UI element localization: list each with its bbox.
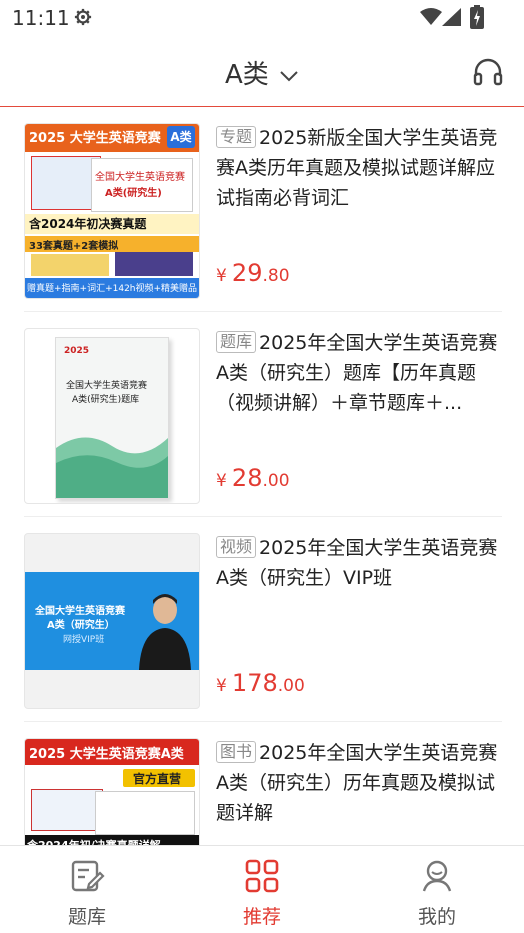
customer-service-headphones-icon[interactable] [472, 56, 504, 88]
grid-icon [245, 859, 279, 893]
status-time: 11:11 [12, 6, 70, 30]
category-selector[interactable]: A类 [0, 54, 524, 91]
product-item[interactable]: 全国大学生英语竞赛 A类（研究生） 网授VIP班 视频 2025年全国大学生英语竞… [24, 517, 502, 722]
product-cover-image: 2025 大学生英语竞赛A类 官方直营 含2024年初/决赛真题详解 [24, 738, 200, 845]
currency-symbol: ¥ [216, 676, 227, 696]
nav-label: 推荐 [242, 906, 281, 928]
nav-label: 我的 [417, 906, 456, 928]
cover-line3: 网授VIP班 [63, 635, 105, 645]
teacher-portrait [139, 594, 191, 670]
product-title[interactable]: 题库 2025年全国大学生英语竞赛A类（研究生）题库【历年真题（视频讲解）＋章节题… [216, 328, 500, 418]
product-cover-image: 2025 大学生英语竞赛 A类 全国大学生英语竞赛 A类(研究生) 含2024年… [24, 123, 200, 299]
product-info: 图书 2025年全国大学生英语竞赛A类（研究生）历年真题及模拟试题详解 [216, 738, 500, 828]
cover-strip: 33套真题+2套模拟 [29, 241, 119, 252]
product-price: ¥ 178.00 [216, 669, 305, 697]
product-title[interactable]: 图书 2025年全国大学生英语竞赛A类（研究生）历年真题及模拟试题详解 [216, 738, 500, 828]
signal-icon [442, 8, 461, 26]
product-item[interactable]: 2025 大学生英语竞赛A类 官方直营 含2024年初/决赛真题详解 图书202… [24, 722, 502, 845]
price-integer: 29 [231, 259, 263, 287]
currency-symbol: ¥ [216, 266, 227, 286]
nav-tab-recommend[interactable]: 推荐 [175, 846, 349, 933]
product-cover-image: 全国大学生英语竞赛 A类（研究生） 网授VIP班 [24, 533, 200, 709]
product-title[interactable]: 视频 2025年全国大学生英语竞赛A类（研究生）VIP班 [216, 533, 500, 593]
question-bank-icon [71, 860, 105, 892]
cover-top-line: 2025 大学生英语竞赛 [29, 131, 161, 146]
cover-bottom: 含2024年初/决赛真题详解 [27, 837, 161, 845]
product-info: 题库 2025年全国大学生英语竞赛A类（研究生）题库【历年真题（视频讲解）＋章节题… [216, 328, 500, 418]
cover-line1: 全国大学生英语竞赛 [35, 606, 125, 617]
cover-badge: A类 [167, 126, 195, 148]
product-item[interactable]: 2025 大学生英语竞赛 A类 全国大学生英语竞赛 A类(研究生) 含2024年… [24, 107, 502, 312]
product-type-tag: 视频 [216, 536, 257, 558]
price-decimal: .00 [262, 471, 290, 491]
product-item[interactable]: 2025 全国大学生英语竞赛 A类(研究生)题库 题库 2025年全国大学生英语竞… [24, 312, 502, 517]
nav-tab-profile[interactable]: 我的 [350, 846, 524, 933]
cover-mid-text: 全国大学生英语竞赛 [95, 172, 185, 183]
price-decimal: .00 [277, 676, 305, 696]
chevron-down-icon [280, 70, 298, 81]
price-integer: 178 [231, 669, 278, 697]
product-type-tag: 图书 [216, 741, 257, 763]
product-type-tag: 题库 [216, 331, 257, 353]
nav-label: 题库 [67, 906, 106, 928]
cover-sub-text: A类(研究生) [105, 188, 162, 199]
product-type-tag: 专题 [216, 126, 257, 148]
nav-tab-question-bank[interactable]: 题库 [0, 846, 174, 933]
cover-line2: A类(研究生)题库 [72, 395, 140, 405]
bottom-navigation: 题库 推荐 我的 [0, 845, 524, 933]
cover-year: 2025 [64, 346, 90, 356]
category-title: A类 [224, 60, 269, 90]
product-title-text: 2025年全国大学生英语竞赛A类（研究生）VIP班 [216, 537, 498, 589]
currency-symbol: ¥ [216, 471, 227, 491]
status-bar: 11:11 [0, 0, 524, 36]
product-price: ¥ 28.00 [216, 464, 290, 492]
cover-highlight: 含2024年初决赛真题 [29, 217, 147, 231]
product-title[interactable]: 专题 2025新版全国大学生英语竞赛A类历年真题及模拟试题详解应试指南必背词汇 [216, 123, 500, 213]
top-header: A类 [0, 36, 524, 107]
cover-wave-graphic [56, 437, 168, 498]
battery-icon [470, 5, 484, 29]
product-title-text: 2025年全国大学生英语竞赛A类（研究生）历年真题及模拟试题详解 [216, 742, 498, 824]
settings-gear-icon [74, 8, 92, 26]
product-list[interactable]: 2025 大学生英语竞赛 A类 全国大学生英语竞赛 A类(研究生) 含2024年… [0, 107, 524, 845]
cover-line2: A类（研究生） [47, 620, 115, 631]
price-decimal: .80 [262, 266, 290, 286]
price-integer: 28 [231, 464, 263, 492]
product-info: 视频 2025年全国大学生英语竞赛A类（研究生）VIP班 [216, 533, 500, 593]
profile-icon [422, 860, 452, 892]
wifi-icon [420, 8, 442, 25]
cover-line1: 全国大学生英语竞赛 [66, 381, 148, 391]
product-cover-image: 2025 全国大学生英语竞赛 A类(研究生)题库 [24, 328, 200, 504]
cover-official: 官方直营 [133, 772, 182, 786]
product-title-text: 2025年全国大学生英语竞赛A类（研究生）题库【历年真题（视频讲解）＋章节题库＋… [216, 332, 498, 414]
product-info: 专题 2025新版全国大学生英语竞赛A类历年真题及模拟试题详解应试指南必背词汇 [216, 123, 500, 213]
cover-bottom: 赠真题+指南+词汇+142h视频+精美赠品 [27, 284, 198, 294]
product-price: ¥ 29.80 [216, 259, 290, 287]
product-title-text: 2025新版全国大学生英语竞赛A类历年真题及模拟试题详解应试指南必背词汇 [216, 127, 498, 209]
cover-top-line: 2025 大学生英语竞赛A类 [29, 747, 184, 762]
